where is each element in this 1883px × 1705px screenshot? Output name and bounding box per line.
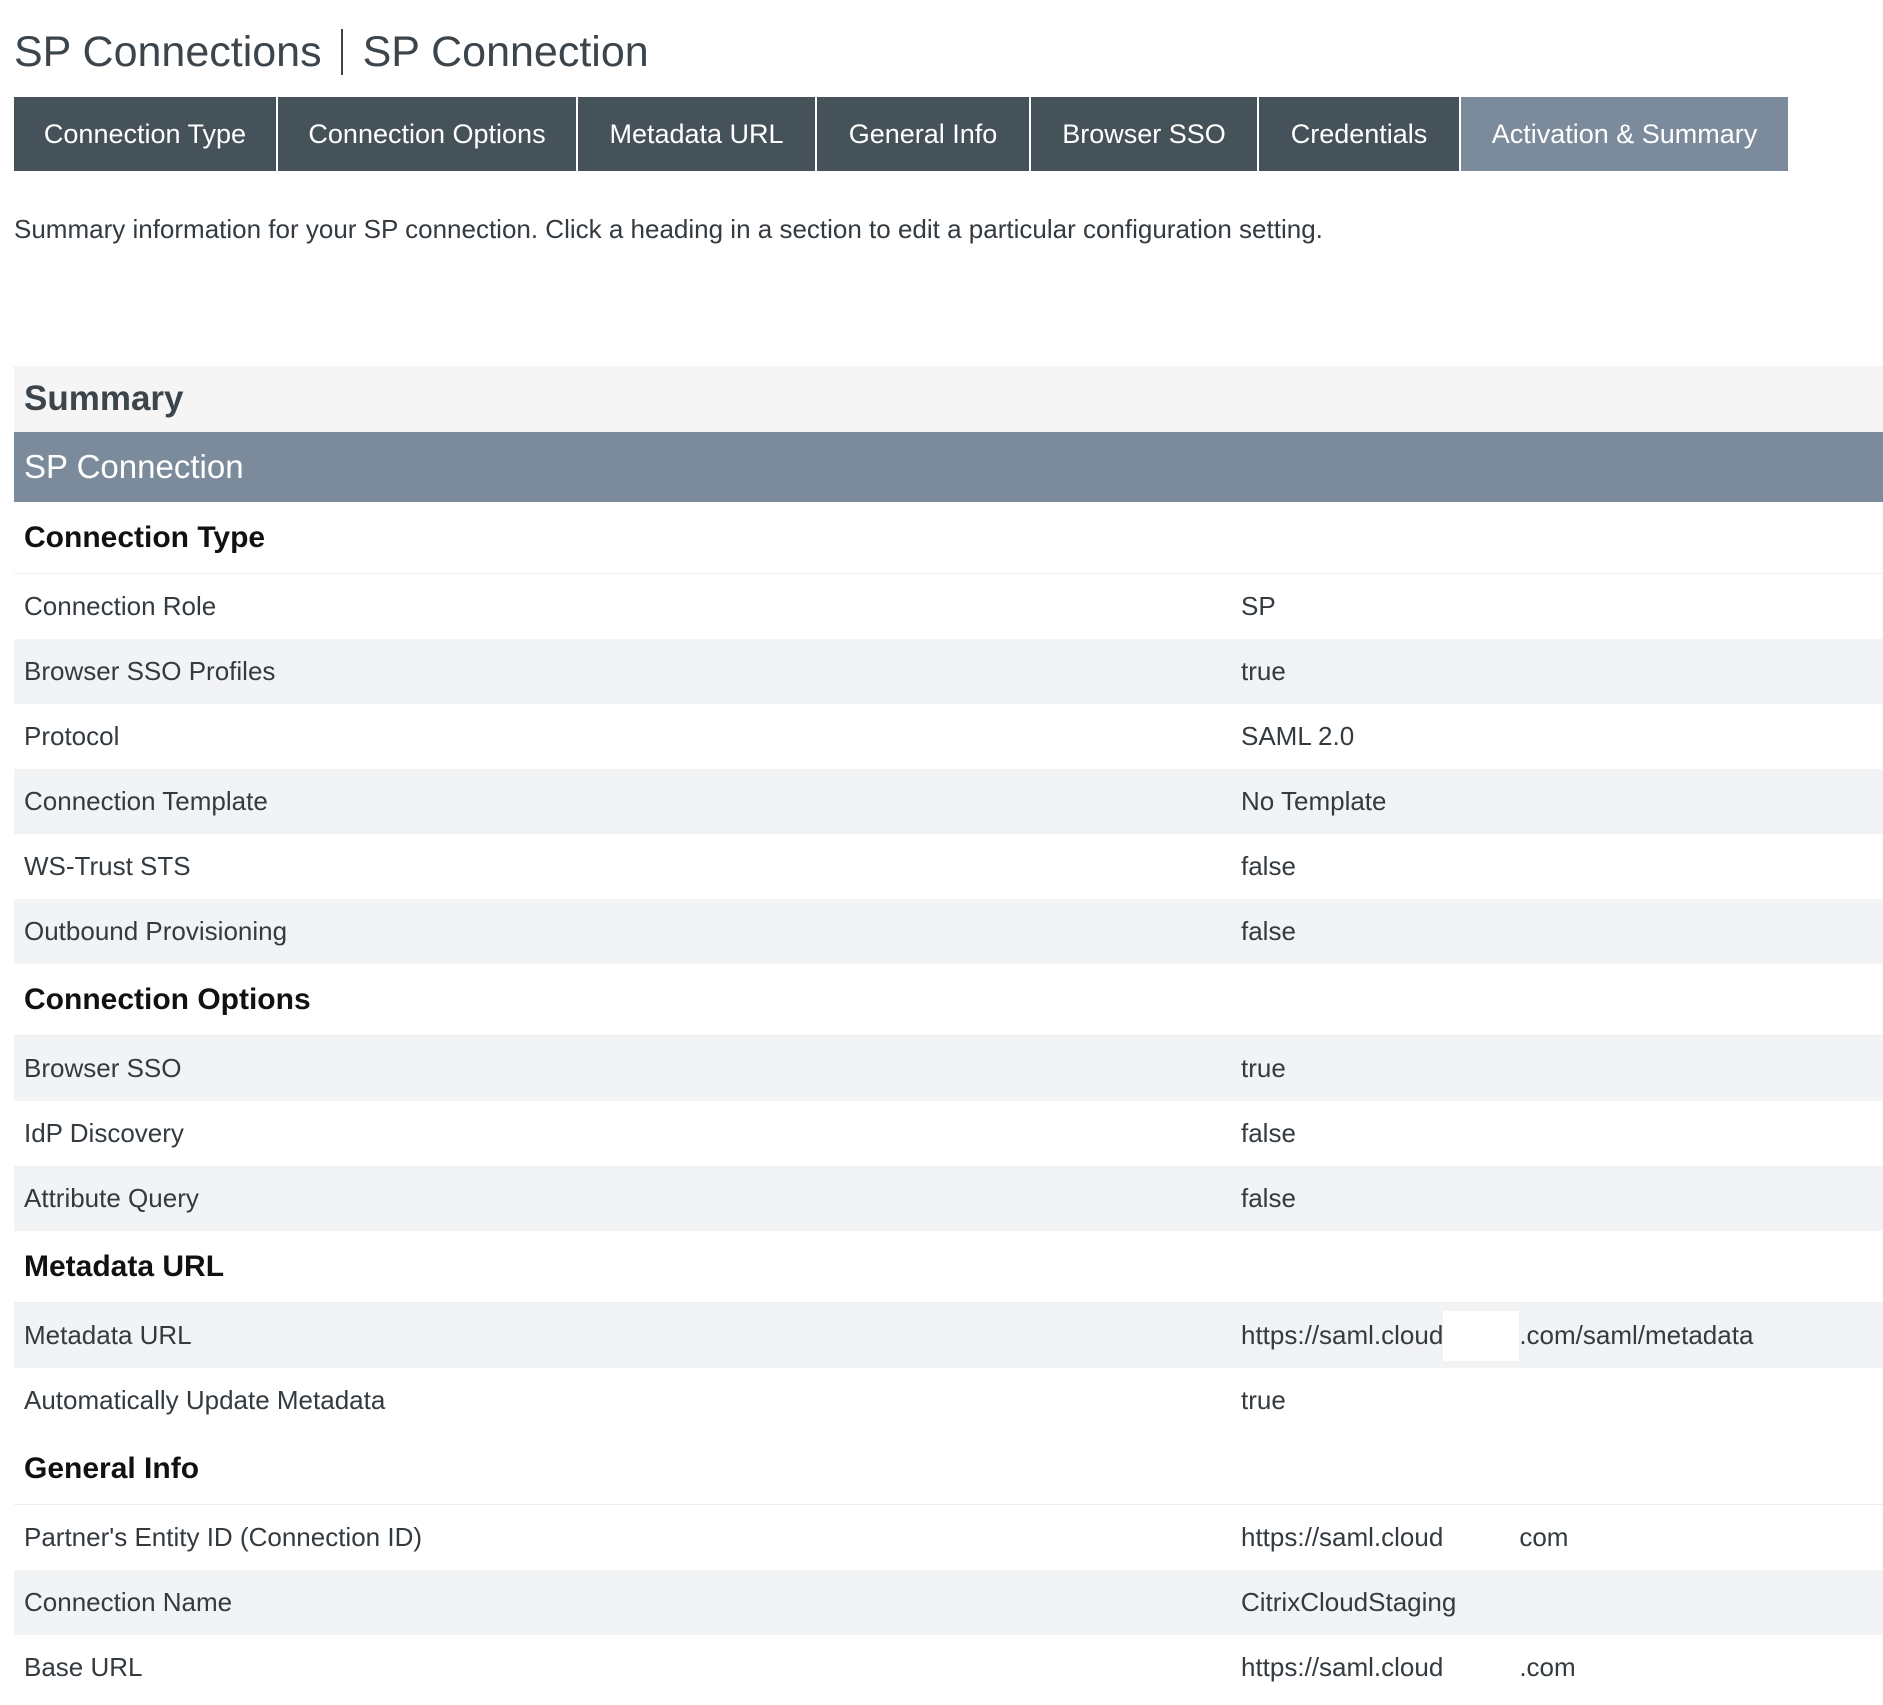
breadcrumb: SP Connections SP Connection [14, 24, 649, 80]
row-label: Base URL [24, 1652, 143, 1682]
row-label: Connection Name [24, 1587, 233, 1617]
summary-row: WS-Trust STS false [14, 834, 1883, 899]
summary-heading: Summary [14, 366, 1883, 432]
sp-connection-band: SP Connection [14, 432, 1883, 502]
row-value: CitrixCloudStaging [1241, 1587, 1457, 1617]
tab-connection-type[interactable]: Connection Type [14, 97, 278, 171]
value-suffix: com [1519, 1522, 1569, 1552]
summary-row: Automatically Update Metadata true [14, 1368, 1883, 1433]
tab-browser-sso[interactable]: Browser SSO [1031, 97, 1259, 171]
row-value: false [1241, 916, 1296, 946]
row-label: Metadata URL [24, 1320, 192, 1350]
summary-row: Outbound Provisioning false [14, 899, 1883, 964]
row-label: Browser SSO [24, 1053, 182, 1083]
row-label: IdP Discovery [24, 1118, 184, 1148]
summary-row: Browser SSO true [14, 1036, 1883, 1101]
row-label: Protocol [24, 721, 120, 751]
row-value: true [1241, 656, 1286, 686]
section-metadata-url-heading[interactable]: Metadata URL [14, 1231, 1883, 1303]
summary-row: Attribute Query false [14, 1166, 1883, 1231]
wizard-tabs: Connection Type Connection Options Metad… [14, 97, 1788, 171]
summary-row: Metadata URL https://saml.cloud .com/saml… [14, 1303, 1883, 1368]
row-value: false [1241, 851, 1296, 881]
value-prefix: https://saml.cloud [1241, 1320, 1444, 1350]
summary-row: IdP Discovery false [14, 1101, 1883, 1166]
summary-row: Protocol SAML 2.0 [14, 704, 1883, 769]
row-label: WS-Trust STS [24, 851, 191, 881]
row-value: false [1241, 1183, 1296, 1213]
tab-general-info[interactable]: General Info [817, 97, 1031, 171]
row-label: Attribute Query [24, 1183, 199, 1213]
value-prefix: https://saml.cloud [1241, 1522, 1444, 1552]
row-label: Outbound Provisioning [24, 916, 288, 946]
summary-row: Connection Role SP [14, 574, 1883, 639]
row-label: Connection Role [24, 591, 217, 621]
tab-connection-options[interactable]: Connection Options [278, 97, 578, 171]
page: SP Connections SP Connection Connection … [0, 0, 1883, 1705]
row-value: https://saml.cloud com [1241, 1513, 1568, 1563]
breadcrumb-current: SP Connection [362, 27, 649, 76]
breadcrumb-sp-connections-link[interactable]: SP Connections [14, 28, 322, 77]
row-label: Partner's Entity ID (Connection ID) [24, 1522, 422, 1552]
row-value: SAML 2.0 [1241, 721, 1355, 751]
row-value: SP [1241, 591, 1276, 621]
intro-text: Summary information for your SP connecti… [14, 214, 1323, 244]
row-value: false [1241, 1118, 1296, 1148]
tab-metadata-url[interactable]: Metadata URL [578, 97, 817, 171]
row-label: Connection Template [24, 786, 268, 816]
row-value: https://saml.cloud .com [1241, 1643, 1576, 1693]
row-label: Browser SSO Profiles [24, 656, 276, 686]
value-suffix: .com [1519, 1652, 1576, 1682]
row-value: true [1241, 1385, 1286, 1415]
row-value: true [1241, 1053, 1286, 1083]
row-label: Automatically Update Metadata [24, 1385, 386, 1415]
tab-credentials[interactable]: Credentials [1259, 97, 1461, 171]
value-prefix: https://saml.cloud [1241, 1652, 1444, 1682]
summary-row: Connection Template No Template [14, 769, 1883, 834]
row-value: No Template [1241, 786, 1387, 816]
section-general-info-heading[interactable]: General Info [14, 1433, 1883, 1505]
value-suffix: .com/saml/metadata [1519, 1320, 1754, 1350]
section-connection-type-heading[interactable]: Connection Type [14, 502, 1883, 574]
redaction-block [1443, 1643, 1519, 1693]
summary-panel: Summary SP Connection Connection Type Co… [14, 366, 1883, 1700]
tab-activation-summary[interactable]: Activation & Summary [1461, 97, 1788, 171]
breadcrumb-separator [340, 29, 343, 75]
section-connection-options-heading[interactable]: Connection Options [14, 964, 1883, 1036]
summary-row: Base URL https://saml.cloud .com [14, 1635, 1883, 1700]
redaction-block [1443, 1310, 1520, 1361]
summary-row: Connection Name CitrixCloudStaging [14, 1570, 1883, 1635]
summary-row: Partner's Entity ID (Connection ID) http… [14, 1505, 1883, 1570]
row-value: https://saml.cloud .com/saml/metadata [1241, 1310, 1754, 1361]
summary-row: Browser SSO Profiles true [14, 639, 1883, 704]
redaction-block [1443, 1513, 1519, 1563]
